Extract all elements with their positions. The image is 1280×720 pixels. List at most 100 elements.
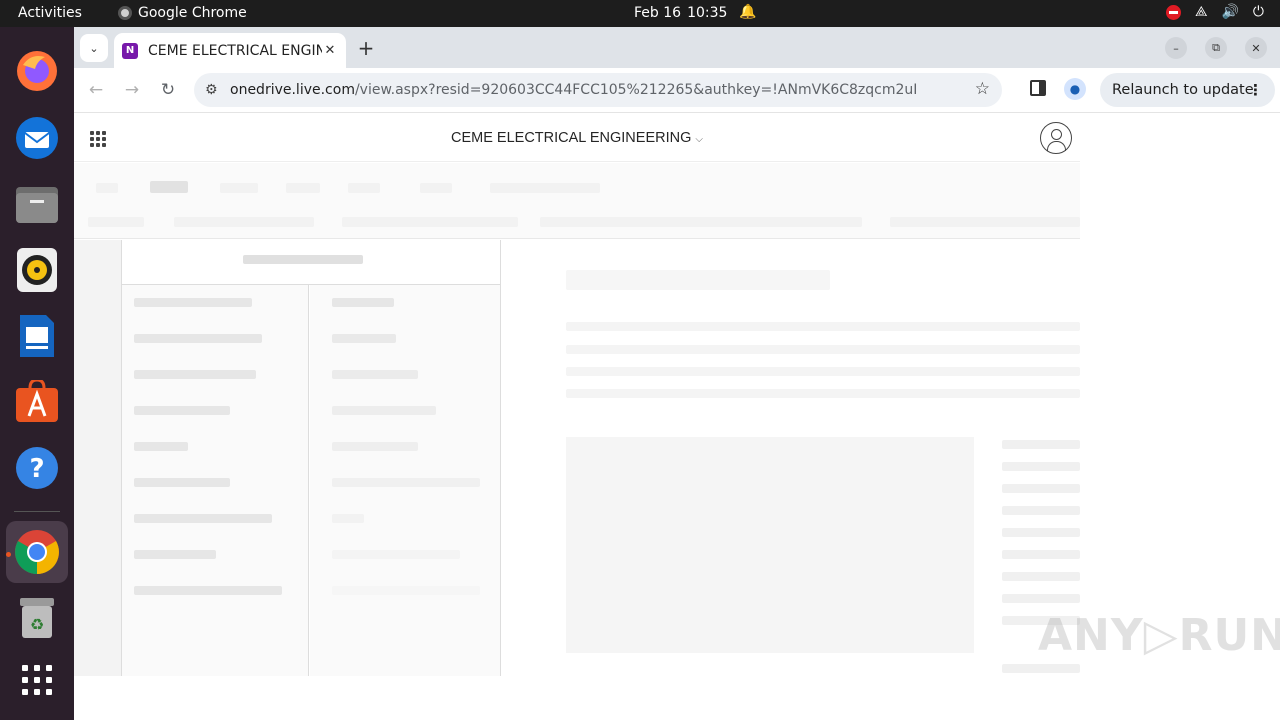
- page-placeholder[interactable]: [332, 406, 436, 415]
- dock-separator: [14, 511, 60, 512]
- restore-button[interactable]: ⧉: [1205, 37, 1227, 59]
- section-placeholder[interactable]: [134, 406, 230, 415]
- system-top-bar: Activities Google Chrome Feb 16 10:35 🔔 …: [0, 0, 1280, 27]
- section-placeholder[interactable]: [134, 550, 216, 559]
- section-placeholder[interactable]: [134, 478, 230, 487]
- page-canvas[interactable]: [502, 240, 1080, 676]
- network-icon: ⟁: [1194, 4, 1208, 20]
- minimize-icon: –: [1173, 41, 1179, 55]
- page-placeholder[interactable]: [332, 370, 418, 379]
- do-not-disturb-icon: [1165, 4, 1181, 20]
- page-placeholder[interactable]: [332, 514, 364, 523]
- ribbon-tab-placeholder: [420, 183, 452, 193]
- onenote-favicon-icon: N: [122, 42, 138, 59]
- relaunch-label: Relaunch to update: [1112, 82, 1254, 98]
- side-line-placeholder: [1002, 528, 1080, 537]
- running-indicator: [6, 552, 11, 557]
- notification-bell-icon[interactable]: 🔔: [739, 4, 756, 20]
- app-center-icon[interactable]: [13, 378, 61, 426]
- help-icon[interactable]: ?: [13, 444, 61, 492]
- tab-title: CEME ELECTRICAL ENGINEERING: [148, 42, 322, 59]
- side-line-placeholder: [1002, 506, 1080, 515]
- side-line-placeholder: [1002, 572, 1080, 581]
- section-placeholder[interactable]: [134, 370, 256, 379]
- side-line-placeholder: [1002, 484, 1080, 493]
- active-tab[interactable]: N CEME ELECTRICAL ENGINEERING ✕: [114, 33, 346, 68]
- side-line-placeholder: [1002, 462, 1080, 471]
- account-icon[interactable]: [1040, 122, 1072, 154]
- left-rail: [74, 240, 122, 676]
- side-line-placeholder: [1002, 550, 1080, 559]
- ribbon-tab-placeholder: [96, 183, 118, 193]
- nav-title-placeholder: [243, 255, 363, 264]
- svg-text:♻: ♻: [30, 615, 44, 634]
- page-placeholder[interactable]: [332, 334, 396, 343]
- app-header: CEME ELECTRICAL ENGINEERING ⌵: [74, 114, 1080, 162]
- new-tab-button[interactable]: +: [356, 36, 376, 60]
- page-list: [310, 285, 500, 676]
- relaunch-to-update-button[interactable]: Relaunch to update ⋮: [1100, 73, 1275, 107]
- section-placeholder[interactable]: [134, 298, 252, 307]
- files-icon[interactable]: [13, 180, 61, 228]
- ribbon-command-placeholder: [88, 217, 144, 227]
- system-tray[interactable]: ⟁ 🔊 ⏻: [1165, 4, 1264, 20]
- section-placeholder[interactable]: [134, 442, 188, 451]
- ribbon-tab-placeholder: [150, 181, 188, 193]
- address-bar[interactable]: ⚙ onedrive.live.com/view.aspx?resid=9206…: [194, 73, 1002, 107]
- page-placeholder[interactable]: [332, 442, 418, 451]
- volume-icon: 🔊: [1221, 4, 1239, 20]
- onenote-page: CEME ELECTRICAL ENGINEERING ⌵: [74, 114, 1080, 676]
- more-menu-icon[interactable]: ⋮: [1248, 81, 1263, 99]
- section-placeholder[interactable]: [134, 586, 282, 595]
- app-menu[interactable]: Google Chrome: [118, 5, 247, 21]
- profile-avatar-icon[interactable]: ●: [1064, 78, 1086, 100]
- browser-toolbar: ← → ↻ ⚙ onedrive.live.com/view.aspx?resi…: [74, 68, 1280, 113]
- dock: ? ♻: [0, 27, 74, 720]
- close-window-button[interactable]: ✕: [1245, 37, 1267, 59]
- notebook-title-text: CEME ELECTRICAL ENGINEERING: [451, 130, 692, 146]
- tab-close-icon[interactable]: ✕: [322, 43, 338, 58]
- trash-icon[interactable]: ♻: [13, 594, 61, 642]
- ribbon-command-placeholder: [540, 217, 862, 227]
- forward-button[interactable]: →: [120, 78, 144, 102]
- rhythmbox-icon[interactable]: [13, 246, 61, 294]
- chrome-icon[interactable]: [6, 521, 68, 583]
- notebook-title[interactable]: CEME ELECTRICAL ENGINEERING ⌵: [74, 130, 1080, 146]
- tab-search-button[interactable]: ⌄: [80, 34, 108, 62]
- text-line-placeholder: [566, 367, 1080, 376]
- clock-date: Feb 16: [634, 5, 682, 21]
- page-placeholder[interactable]: [332, 586, 480, 595]
- page-placeholder[interactable]: [332, 550, 460, 559]
- bookmark-star-icon[interactable]: ☆: [975, 79, 990, 99]
- page-title-placeholder: [566, 270, 830, 290]
- firefox-icon[interactable]: [13, 47, 61, 95]
- minimize-button[interactable]: –: [1165, 37, 1187, 59]
- power-icon: ⏻: [1252, 4, 1264, 20]
- section-placeholder[interactable]: [134, 514, 272, 523]
- libreoffice-writer-icon[interactable]: [13, 312, 61, 360]
- page-placeholder[interactable]: [332, 478, 480, 487]
- text-line-placeholder: [566, 345, 1080, 354]
- clock-time: 10:35: [687, 5, 728, 21]
- side-panel-icon[interactable]: [1030, 80, 1046, 96]
- site-info-icon[interactable]: ⚙: [205, 82, 218, 98]
- show-apps-icon[interactable]: [13, 656, 61, 704]
- reload-button[interactable]: ↻: [156, 78, 180, 102]
- url-host: onedrive.live.com: [230, 82, 355, 98]
- activities-button[interactable]: Activities: [18, 5, 82, 21]
- svg-text:?: ?: [29, 454, 44, 484]
- url-path: /view.aspx?resid=920603CC44FCC105%212265…: [354, 82, 918, 98]
- ribbon-tab-placeholder: [490, 183, 600, 193]
- ribbon-command-placeholder: [342, 217, 518, 227]
- app-name: Google Chrome: [138, 5, 247, 21]
- page-placeholder[interactable]: [332, 298, 394, 307]
- chrome-small-icon: [118, 6, 132, 20]
- back-button[interactable]: ←: [84, 78, 108, 102]
- ribbon-tab-placeholder: [286, 183, 320, 193]
- ribbon-command-placeholder: [174, 217, 314, 227]
- clock[interactable]: Feb 16 10:35: [634, 5, 727, 21]
- chevron-down-icon: ⌵: [695, 134, 703, 145]
- thunderbird-icon[interactable]: [13, 114, 61, 162]
- navigation-pane: [122, 240, 501, 676]
- section-placeholder[interactable]: [134, 334, 262, 343]
